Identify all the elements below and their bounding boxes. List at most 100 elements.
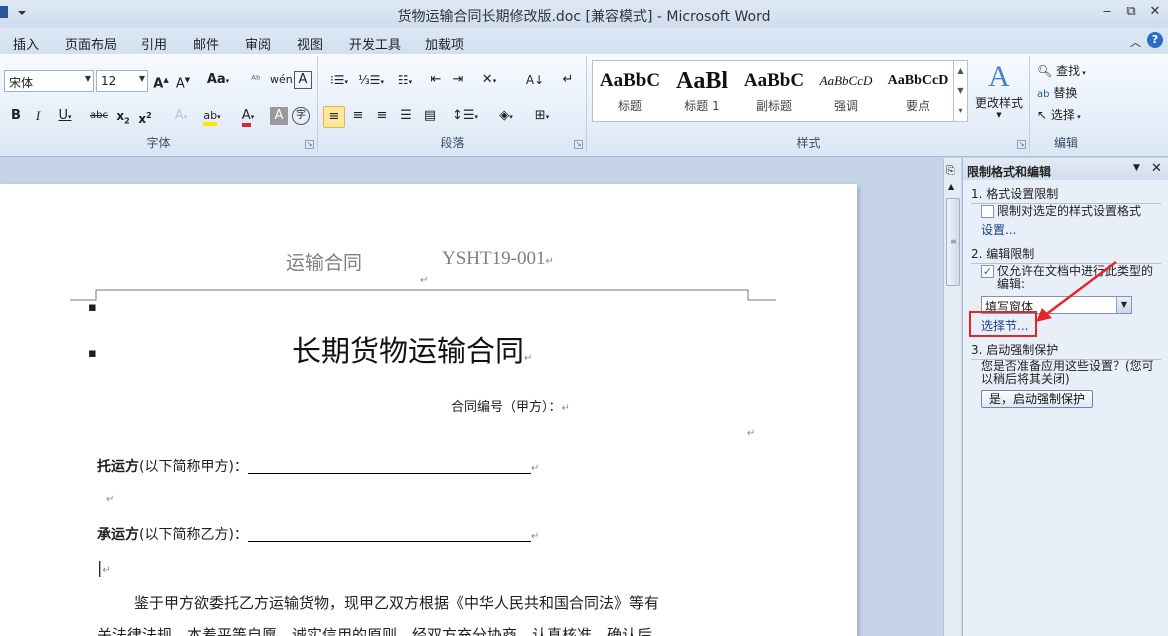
editing-restriction-checkbox[interactable]: ✓ <box>981 265 994 278</box>
strikethrough-icon[interactable]: abc <box>88 106 110 128</box>
bold-icon[interactable]: B <box>8 106 24 128</box>
select-button[interactable]: ↖ 选择 ▾ <box>1037 106 1081 123</box>
italic-icon[interactable]: I <box>30 106 46 128</box>
style-heading-1[interactable]: AaBl 标题 1 <box>667 65 737 117</box>
minimize-button[interactable]: ‒ <box>1096 4 1118 20</box>
pane-title: 限制格式和编辑 <box>967 165 1052 179</box>
help-icon[interactable]: ? <box>1147 32 1163 48</box>
minimize-ribbon-icon[interactable]: ︿ <box>1130 34 1141 50</box>
font-name-combo[interactable]: 宋体 ▼ <box>4 70 94 92</box>
change-styles-button[interactable]: A 更改样式 ▼ <box>972 60 1026 119</box>
borders-icon[interactable]: ⊞▾ <box>527 106 557 128</box>
clear-format-icon[interactable]: ᴬᵇ <box>246 70 266 92</box>
bullet-mark: ▪ <box>88 300 97 315</box>
change-case-icon[interactable]: Aa▾ <box>204 70 232 92</box>
bullets-icon[interactable]: ⁝☰▾ <box>325 70 353 92</box>
distributed-icon[interactable]: ▤ <box>419 106 441 128</box>
header-left-text: 运输合同 <box>286 252 363 274</box>
restore-button[interactable]: ⧉ <box>1120 4 1142 20</box>
close-button[interactable]: ✕ <box>1144 4 1166 20</box>
tab-add-ins[interactable]: 加载项 <box>425 34 464 53</box>
header-code: YSHT19-001 <box>442 248 546 269</box>
replace-button[interactable]: ab 替换 <box>1037 84 1077 101</box>
tab-references[interactable]: 引用 <box>141 34 167 53</box>
shrink-font-icon[interactable]: A▼ <box>174 70 192 92</box>
tab-insert[interactable]: 插入 <box>13 34 39 53</box>
paragraph-mark: ↵ <box>545 256 554 267</box>
numbering-icon[interactable]: ⅓☰▾ <box>357 70 385 92</box>
subscript-icon[interactable]: x2 <box>114 106 132 128</box>
style-preview: AaBbCcD <box>819 73 873 88</box>
scroll-up-icon[interactable]: ▲ <box>954 61 967 81</box>
tab-mailings[interactable]: 邮件 <box>193 34 219 53</box>
font-color-icon[interactable]: A▾ <box>234 106 262 128</box>
carrier-line: 承运方(以下简称乙方)： ↵ <box>97 524 539 544</box>
shading-icon[interactable]: ◈▾ <box>491 106 521 128</box>
document-page[interactable]: 运输合同 YSHT19-001↵ ↵ ▪ ▪ 长期货物运输合同↵ 合同编号（甲方… <box>0 184 857 636</box>
text-effects-icon[interactable]: A▾ <box>168 106 194 128</box>
pane-header: 限制格式和编辑 ▼ ✕ <box>963 158 1168 180</box>
multilevel-list-icon[interactable]: ☷▾ <box>391 70 419 92</box>
styles-dialog-launcher-icon[interactable]: ↘ <box>1017 140 1026 149</box>
styles-scroll[interactable]: ▲ ▼ ▾ <box>953 61 967 121</box>
align-left-icon[interactable]: ≡ <box>323 106 345 128</box>
style-title[interactable]: AaBbC 标题 <box>595 65 665 117</box>
tab-review[interactable]: 审阅 <box>245 34 271 53</box>
line-spacing-icon[interactable]: ↕☰▾ <box>451 106 479 128</box>
replace-label: 替换 <box>1053 86 1078 100</box>
tab-view[interactable]: 视图 <box>297 34 323 53</box>
show-marks-icon[interactable]: ↵ <box>559 70 577 92</box>
vertical-scrollbar[interactable]: ⎘ ▲ ≡ <box>943 158 961 636</box>
carrier-blank[interactable] <box>247 528 531 542</box>
tab-developer[interactable]: 开发工具 <box>349 34 401 53</box>
font-dialog-launcher-icon[interactable]: ↘ <box>305 140 314 149</box>
scroll-down-icon[interactable]: ▼ <box>954 81 967 101</box>
sort-icon[interactable]: A↓ <box>525 70 545 92</box>
pane-options-icon[interactable]: ▼ <box>1133 163 1140 173</box>
styles-group-label: 样式 <box>796 136 821 150</box>
increase-indent-icon[interactable]: ⇥ <box>449 70 467 92</box>
start-enforcing-button[interactable]: 是，启动强制保护 <box>981 390 1093 408</box>
style-strong[interactable]: AaBbCcD 要点 <box>883 65 953 117</box>
style-subtitle[interactable]: AaBbC 副标题 <box>739 65 809 117</box>
tab-page-layout[interactable]: 页面布局 <box>65 34 117 53</box>
justify-icon[interactable]: ☰ <box>395 106 417 128</box>
scroll-up-icon[interactable]: ▲ <box>948 182 954 191</box>
settings-link[interactable]: 设置... <box>981 224 1016 237</box>
decrease-indent-icon[interactable]: ⇤ <box>427 70 445 92</box>
character-border-icon[interactable]: A <box>294 71 312 89</box>
underline-icon[interactable]: U▾ <box>54 106 76 128</box>
format-restriction-checkbox[interactable] <box>981 205 994 218</box>
scrollbar-thumb[interactable]: ≡ <box>946 198 960 286</box>
more-styles-icon[interactable]: ▾ <box>954 101 967 121</box>
highlight-color-icon[interactable]: ab▾ <box>198 106 226 128</box>
grow-font-icon[interactable]: A▲ <box>152 70 170 92</box>
document-title: 长期货物运输合同↵ <box>292 328 532 370</box>
chevron-down-icon: ▼ <box>996 111 1002 119</box>
superscript-icon[interactable]: x2 <box>136 106 154 128</box>
style-emphasis[interactable]: AaBbCcD 强调 <box>811 65 881 117</box>
character-shading-icon[interactable]: A <box>270 107 288 125</box>
quick-styles-gallery: AaBbC 标题 AaBl 标题 1 AaBbC 副标题 AaBbCcD 强调 AaBb… <box>592 60 968 122</box>
paragraph-mark: ↵ <box>524 353 533 364</box>
document-title-text: 长期货物运输合同 <box>292 334 525 368</box>
pane-close-icon[interactable]: ✕ <box>1151 161 1162 176</box>
paragraph-dialog-launcher-icon[interactable]: ↘ <box>574 140 583 149</box>
font-size-combo[interactable]: 12 ▼ <box>96 70 148 92</box>
phonetic-guide-icon[interactable]: wén <box>270 70 293 92</box>
align-center-icon[interactable]: ≡ <box>347 106 369 128</box>
font-size-value: 12 <box>101 74 117 88</box>
chevron-down-icon: ▼ <box>138 74 145 83</box>
paragraph-group: ⁝☰▾ ⅓☰▾ ☷▾ ⇤ ⇥ ✕▾ A↓ ↵ ≡ ≡ ≡ ☰ ▤ ↕☰▾ ◈▾ … <box>319 56 587 153</box>
align-right-icon[interactable]: ≡ <box>371 106 393 128</box>
enclose-characters-icon[interactable]: 字 <box>292 107 310 125</box>
shipper-blank[interactable] <box>247 460 531 474</box>
chinese-layout-icon[interactable]: ✕▾ <box>475 70 503 92</box>
binoculars-icon: 🔍︎ <box>1037 64 1053 78</box>
change-styles-label: 更改样式 <box>974 96 1023 110</box>
find-button[interactable]: 🔍︎ 查找 ▾ <box>1037 62 1086 79</box>
ruler-toggle-icon[interactable]: ⎘ <box>946 164 955 178</box>
document-area[interactable]: 运输合同 YSHT19-001↵ ↵ ▪ ▪ 长期货物运输合同↵ 合同编号（甲方… <box>0 158 943 636</box>
chevron-down-icon: ▼ <box>84 74 91 83</box>
find-label: 查找 <box>1056 64 1081 78</box>
